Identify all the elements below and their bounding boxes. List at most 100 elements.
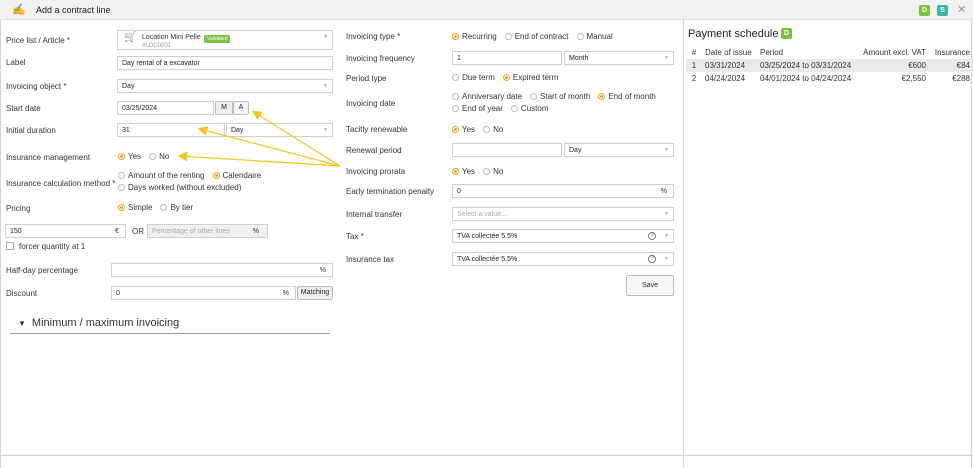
thumbs-up-icon: ✍ xyxy=(12,4,26,16)
badge-s[interactable]: S xyxy=(937,5,948,16)
help-icon[interactable]: ? xyxy=(648,232,656,240)
invoicing-prorata-radios: Yes No xyxy=(452,167,503,176)
early-termination-label: Early termination penalty xyxy=(346,187,435,196)
radio-on-icon xyxy=(452,33,459,40)
frame-left xyxy=(0,20,1,468)
dialog-title: Add a contract line xyxy=(36,5,111,15)
currency-symbol: € xyxy=(115,228,119,235)
insurance-management-no[interactable]: No xyxy=(149,152,169,161)
invoicing-type-recurring[interactable]: Recurring xyxy=(452,32,497,41)
matching-button[interactable]: Matching xyxy=(297,286,333,300)
radio-off-icon xyxy=(452,105,459,112)
invoicing-prorata-yes[interactable]: Yes xyxy=(452,167,475,176)
insurance-calc-calendaire[interactable]: Calendaire xyxy=(212,171,261,180)
table-row[interactable]: 2 04/24/2024 04/01/2024 to 04/24/2024 €2… xyxy=(686,72,973,85)
start-date-a-button[interactable]: A xyxy=(233,101,249,115)
invoicing-date-end-of-month[interactable]: End of month xyxy=(598,92,656,101)
close-icon[interactable]: ✕ xyxy=(957,3,966,16)
tax-select[interactable]: TVA collectée 5.5% ? xyxy=(452,229,674,243)
radio-off-icon xyxy=(504,33,512,40)
early-termination-input[interactable]: 0 % xyxy=(452,184,674,198)
discount-input[interactable]: 0 % xyxy=(111,286,296,300)
start-date-m-button[interactable]: M xyxy=(215,101,233,115)
percentage-other-lines-input[interactable]: Percentage of other lines % xyxy=(147,224,268,238)
table-row[interactable]: 1 03/31/2024 03/25/2024 to 03/31/2024 €6… xyxy=(686,59,973,72)
price-input[interactable]: 150 € xyxy=(5,224,126,238)
tacitly-renewable-radios: Yes No xyxy=(452,125,503,134)
payment-schedule-badge[interactable]: D xyxy=(781,28,792,39)
row-amount: €2,550 xyxy=(901,74,926,83)
arrow-to-insurance-management xyxy=(177,151,341,167)
insurance-calc-radios: Amount of the renting Calendaire Days wo… xyxy=(118,171,261,192)
start-date-label: Start date xyxy=(6,104,41,113)
payment-schedule-table: # Date of issue Period Amount excl. VAT … xyxy=(686,45,973,85)
initial-duration-label: Initial duration xyxy=(6,126,56,135)
badge-d[interactable]: D xyxy=(919,5,930,16)
radio-on-icon xyxy=(598,93,606,100)
invoicing-object-label: Invoicing object * xyxy=(6,82,67,91)
row-period: 04/01/2024 to 04/24/2024 xyxy=(760,74,852,83)
force-quantity-label: forcer quantity at 1 xyxy=(19,242,86,251)
row-number: 2 xyxy=(691,74,697,83)
start-date-input[interactable]: 03/25/2024 xyxy=(117,101,214,115)
radio-off-icon xyxy=(160,204,168,211)
tacitly-renewable-label: Tacitly renewable xyxy=(346,125,408,134)
invoicing-date-end-of-year[interactable]: End of year xyxy=(452,104,503,113)
renewal-period-label: Renewal period xyxy=(346,146,402,155)
insurance-calc-amount[interactable]: Amount of the renting xyxy=(118,171,205,180)
pricing-simple[interactable]: Simple xyxy=(118,203,152,212)
article-name: Location Mini Pelle xyxy=(142,34,201,41)
insurance-tax-select[interactable]: TVA collectée 5.5% ? xyxy=(452,252,674,266)
payment-schedule-title: Payment schedule xyxy=(688,28,779,40)
initial-duration-input[interactable]: 31 xyxy=(117,123,225,137)
discount-label: Discount xyxy=(6,289,38,298)
invoicing-date-start-of-month[interactable]: Start of month xyxy=(530,92,590,101)
half-day-label: Half-day percentage xyxy=(6,266,79,275)
invoicing-prorata-no[interactable]: No xyxy=(483,167,503,176)
frame-right xyxy=(971,20,972,468)
force-quantity-checkbox[interactable] xyxy=(6,242,14,250)
pricing-radios: Simple By tier xyxy=(118,203,193,212)
article-code: #LOC0001 xyxy=(142,43,172,49)
tacitly-renewable-yes[interactable]: Yes xyxy=(452,125,475,134)
radio-off-icon xyxy=(576,33,584,40)
cart-icon: 🛒 xyxy=(124,32,137,43)
invoicing-type-manual[interactable]: Manual xyxy=(576,32,613,41)
initial-duration-unit-select[interactable]: Day xyxy=(226,123,333,137)
radio-on-icon xyxy=(452,126,459,133)
period-type-label: Period type xyxy=(346,74,387,83)
min-max-section-toggle[interactable]: ▼ Minimum / maximum invoicing xyxy=(18,317,179,329)
tacitly-renewable-no[interactable]: No xyxy=(483,125,503,134)
save-button[interactable]: Save xyxy=(626,275,674,296)
radio-off-icon xyxy=(452,93,459,100)
tax-label: Tax * xyxy=(346,232,364,241)
renewal-period-input[interactable] xyxy=(452,143,562,157)
invoicing-frequency-input[interactable]: 1 xyxy=(452,51,562,65)
insurance-calc-days-worked[interactable]: Days worked (without excluded) xyxy=(118,183,241,192)
invoicing-type-end-of-contract[interactable]: End of contract xyxy=(504,32,569,41)
internal-transfer-select[interactable]: Select a value... xyxy=(452,207,674,221)
insurance-management-yes[interactable]: Yes xyxy=(118,152,141,161)
triangle-down-icon: ▼ xyxy=(18,319,26,328)
invoicing-type-label: Invoicing type * xyxy=(346,32,401,41)
insurance-management-label: Insurance management xyxy=(6,153,91,162)
pricing-by-tier[interactable]: By tier xyxy=(160,203,193,212)
row-amount: €600 xyxy=(857,59,929,72)
period-type-due-term[interactable]: Due term xyxy=(452,73,495,82)
invoicing-frequency-unit-select[interactable]: Month xyxy=(564,51,674,65)
renewal-period-unit-select[interactable]: Day xyxy=(564,143,674,157)
help-icon[interactable]: ? xyxy=(648,255,656,263)
label-input[interactable]: Day rental of a excavator xyxy=(117,56,333,70)
invoicing-date-anniversary[interactable]: Anniversary date xyxy=(452,92,522,101)
invoicing-date-radios: Anniversary date Start of month End of m… xyxy=(452,92,656,113)
discount-percent-sign: % xyxy=(282,290,289,297)
radio-off-icon xyxy=(118,172,125,179)
invoicing-date-custom[interactable]: Custom xyxy=(510,104,548,113)
radio-off-icon xyxy=(149,153,157,160)
period-type-expired-term[interactable]: Expired term xyxy=(502,73,558,82)
pricing-label: Pricing xyxy=(6,204,31,213)
invoicing-object-select[interactable]: Day xyxy=(117,79,333,93)
row-number: 1 xyxy=(686,59,702,72)
half-day-input[interactable]: % xyxy=(111,263,333,277)
row-insurance: €84 xyxy=(929,59,973,72)
